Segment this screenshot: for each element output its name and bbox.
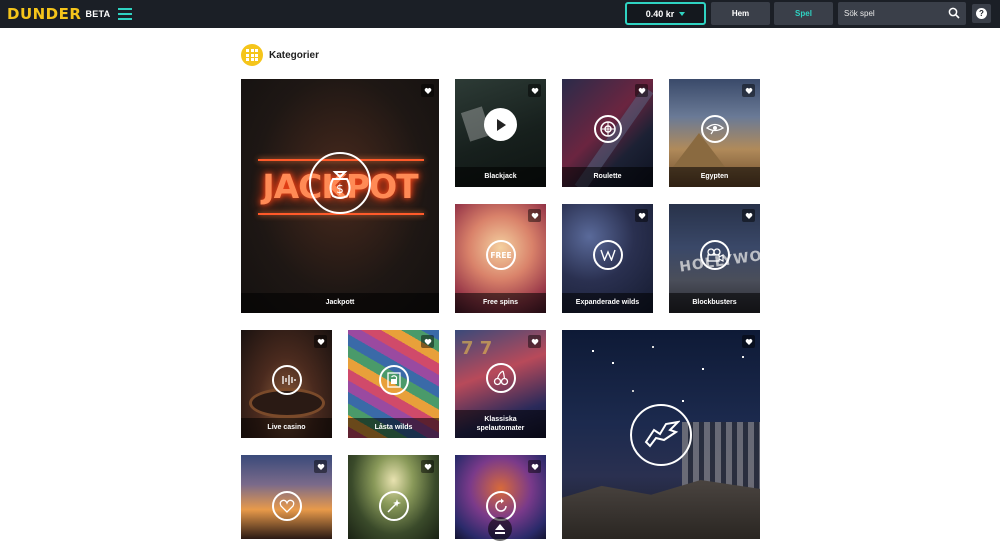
tile-label: Blockbusters	[692, 299, 737, 307]
film-camera-icon	[699, 239, 730, 270]
top-bar: DUNDER BETA 0.40 kr Hem Spel ?	[0, 0, 1000, 28]
heart-icon[interactable]	[635, 84, 648, 97]
search-input[interactable]	[838, 9, 938, 18]
play-icon	[484, 108, 517, 141]
pegasus-icon	[630, 403, 692, 466]
heart-icon[interactable]	[742, 209, 755, 222]
tile-label: Jackpott	[325, 299, 355, 307]
nav-home-button[interactable]: Hem	[711, 2, 770, 25]
heart-icon[interactable]	[314, 460, 327, 473]
category-tile-expanderade-wilds[interactable]: Expanderade wilds	[562, 204, 653, 313]
live-icon	[271, 365, 302, 395]
heart-icon[interactable]	[528, 335, 541, 348]
category-tile-free-spins[interactable]: FREE Free spins	[455, 204, 546, 313]
category-tile-jackpott[interactable]: JACKPOT $ Jackpott	[241, 79, 439, 313]
eject-icon	[495, 524, 505, 534]
balance-value: 0.40 kr	[645, 8, 675, 19]
heart-icon[interactable]	[528, 460, 541, 473]
tile-label: Free spins	[482, 299, 518, 307]
tile-label: Låsta wilds	[374, 424, 413, 432]
grid-icon	[241, 44, 263, 66]
tile-label: Blackjack	[484, 173, 517, 181]
w-icon	[592, 239, 623, 270]
svg-text:FREE: FREE	[490, 251, 511, 260]
category-tile-live-casino[interactable]: Live casino	[241, 330, 332, 438]
category-tile-roulette[interactable]: Roulette	[562, 79, 653, 187]
tile-label: Egypten	[700, 173, 729, 181]
menu-icon[interactable]	[118, 8, 132, 20]
category-tile-blackjack[interactable]: Blackjack	[455, 79, 546, 187]
category-tile-magic[interactable]	[348, 455, 439, 539]
search-icon[interactable]	[948, 7, 960, 19]
scroll-to-top-button[interactable]	[488, 517, 512, 541]
category-tile-blockbusters[interactable]: HOLLYWOOD Blockbusters	[669, 204, 760, 313]
chevron-down-icon	[679, 11, 686, 16]
nav-games-button[interactable]: Spel	[774, 2, 833, 25]
heart-icon[interactable]	[742, 335, 755, 348]
magic-wand-icon	[378, 491, 409, 521]
lock-wild-icon	[378, 365, 409, 395]
heart-icon[interactable]	[635, 209, 648, 222]
tile-label: Roulette	[593, 173, 622, 181]
cherries-icon	[485, 363, 516, 393]
heart-icon[interactable]	[528, 209, 541, 222]
balance-dropdown[interactable]: 0.40 kr	[625, 2, 706, 25]
heart-icon	[271, 491, 302, 521]
category-tile-klassiska-spelautomater[interactable]: 7 7 Klassiska spelautomater	[455, 330, 546, 438]
heart-icon[interactable]	[742, 84, 755, 97]
heart-icon[interactable]	[528, 84, 541, 97]
search-box	[838, 2, 966, 25]
logo-text: DUNDER	[7, 5, 82, 23]
category-tile-pegasus[interactable]	[562, 330, 760, 539]
money-bag-icon: $	[309, 152, 371, 214]
logo[interactable]: DUNDER BETA	[7, 5, 110, 23]
categories-heading: Kategorier	[241, 44, 319, 66]
category-tile-heart[interactable]	[241, 455, 332, 539]
heart-icon[interactable]	[314, 335, 327, 348]
tile-label: Klassiska spelautomater	[476, 415, 525, 432]
roulette-icon	[593, 115, 622, 143]
heart-icon[interactable]	[421, 335, 434, 348]
tile-label: Live casino	[267, 424, 306, 432]
free-icon: FREE	[485, 239, 516, 270]
tile-label: Expanderade wilds	[575, 299, 640, 307]
category-tile-egypten[interactable]: Egypten	[669, 79, 760, 187]
help-icon: ?	[976, 8, 987, 19]
svg-text:$: $	[336, 182, 344, 196]
heart-icon[interactable]	[421, 460, 434, 473]
page-title: Kategorier	[269, 49, 320, 61]
heart-icon[interactable]	[421, 84, 434, 97]
category-tile-lasta-wilds[interactable]: Låsta wilds	[348, 330, 439, 438]
help-button[interactable]: ?	[972, 4, 991, 23]
eye-of-horus-icon	[700, 115, 729, 143]
beta-badge: BETA	[85, 9, 111, 19]
